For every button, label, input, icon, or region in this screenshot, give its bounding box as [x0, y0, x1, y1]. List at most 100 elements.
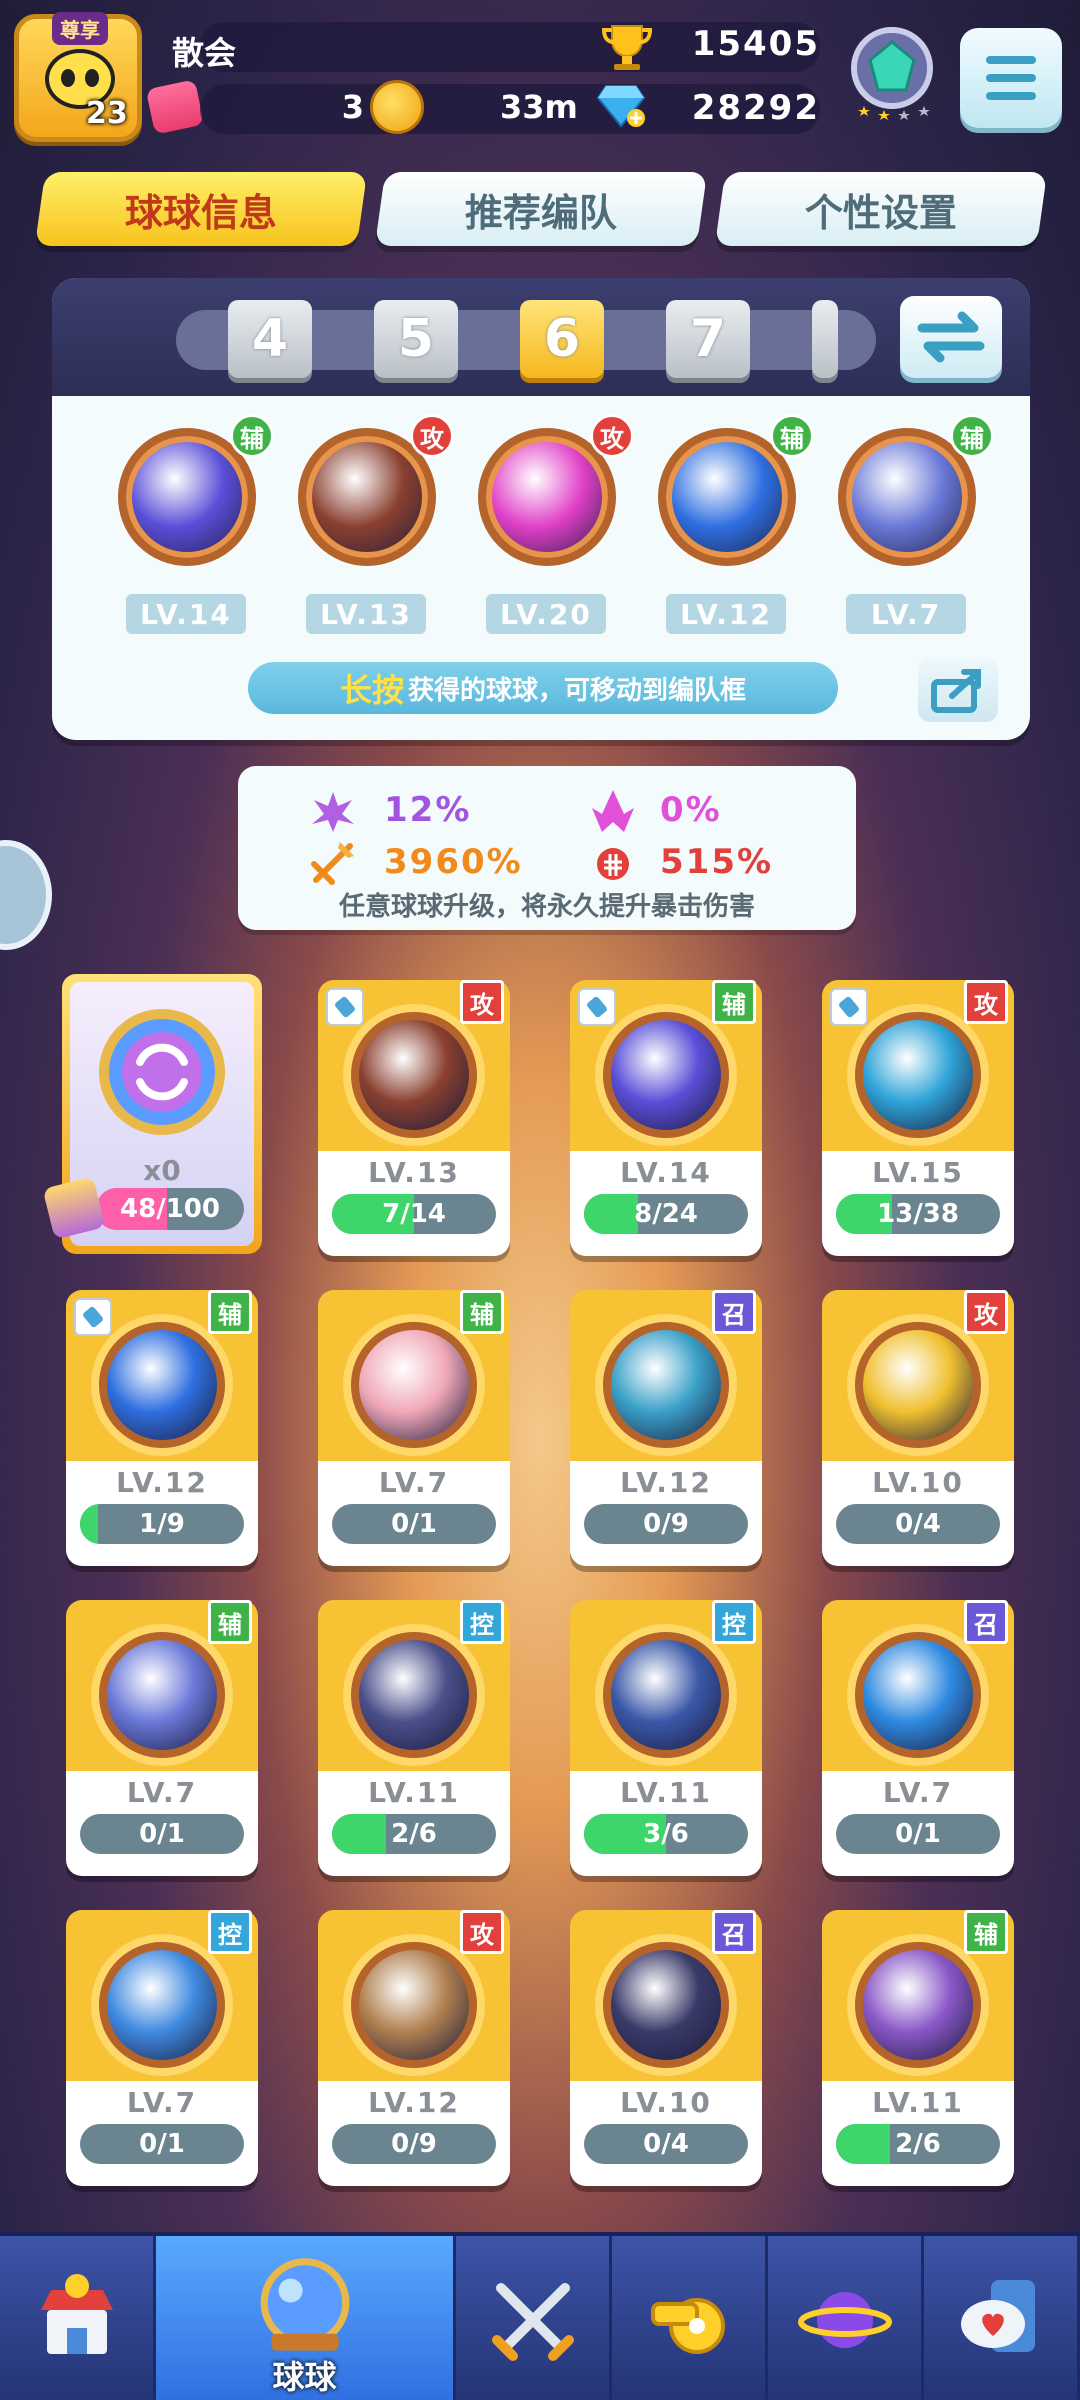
swap-team-button[interactable]: [900, 296, 1002, 378]
team-ball-level: LV.7: [846, 594, 966, 634]
role-tag: 召: [712, 1290, 756, 1334]
card-progress-text: 0/4: [643, 2129, 689, 2159]
role-tag: 攻: [964, 980, 1008, 1024]
team-slot-header: 4 5 6 7: [52, 278, 1030, 396]
trophy-count: 15405: [691, 24, 820, 64]
ball-card[interactable]: 攻 LV.10 0/4: [822, 1290, 1014, 1566]
role-tag: 控: [460, 1600, 504, 1644]
coin-add-icon[interactable]: [370, 80, 424, 134]
role-tag: 辅: [712, 980, 756, 1024]
card-progress-bar: 2/6: [836, 2124, 1000, 2164]
infinity-ball-icon: [351, 1012, 477, 1138]
card-progress-text: 0/1: [139, 2129, 185, 2159]
team-slot-next[interactable]: [812, 300, 838, 378]
pin-icon[interactable]: [830, 988, 868, 1026]
team-slot-6[interactable]: 6: [520, 300, 604, 378]
team-slot-5[interactable]: 5: [374, 300, 458, 378]
crit-rate-b: 0%: [660, 790, 722, 830]
ball-card[interactable]: 辅 LV.11 2/6: [822, 1910, 1014, 2186]
gem-add-icon[interactable]: [596, 82, 646, 128]
tab-ball-info[interactable]: 球球信息: [34, 172, 368, 246]
drag-hint: 长按 获得的球球，可移动到编队框: [248, 662, 838, 714]
player-name: 散会: [172, 34, 237, 72]
ball-card[interactable]: 辅 LV.12 1/9: [66, 1290, 258, 1566]
card-progress-bar: 0/4: [836, 1504, 1000, 1544]
coin-count: 3: [341, 88, 364, 126]
nav-item-chat-heart[interactable]: [924, 2236, 1080, 2400]
card-progress-text: 0/9: [391, 2129, 437, 2159]
pin-icon[interactable]: [578, 988, 616, 1026]
card-level: LV.12: [116, 1466, 208, 1499]
card-progress-bar: 7/14: [332, 1194, 496, 1234]
whistle-icon: [650, 2298, 725, 2354]
card-level: LV.10: [872, 1466, 964, 1499]
role-badge: 攻: [590, 414, 634, 458]
ball-card[interactable]: 辅 LV.7 0/1: [318, 1290, 510, 1566]
role-tag: 辅: [964, 1910, 1008, 1954]
team-slot-4[interactable]: 4: [228, 300, 312, 378]
crit-rate-b-icon: [592, 790, 634, 832]
nav-item-planet[interactable]: [768, 2236, 924, 2400]
ball-card[interactable]: 控 LV.7 0/1: [66, 1910, 258, 2186]
card-progress-text: 8/24: [634, 1199, 698, 1229]
shell-ball-icon: [855, 1632, 981, 1758]
ball-card[interactable]: 召 LV.12 0/9: [570, 1290, 762, 1566]
role-badge: 攻: [410, 414, 454, 458]
share-button[interactable]: [918, 658, 998, 722]
yellow-monster-ball-icon: [855, 1322, 981, 1448]
card-progress-bar: 0/1: [80, 1814, 244, 1854]
card-progress-text: 0/1: [391, 1509, 437, 1539]
team-slot-7[interactable]: 7: [666, 300, 750, 378]
ball-card[interactable]: 召 LV.7 0/1: [822, 1600, 1014, 1876]
fish-ball-icon: [603, 1322, 729, 1448]
crit-damage-b-icon: [597, 848, 629, 880]
team-ball-level: LV.13: [306, 594, 426, 634]
rank-emblem-icon[interactable]: [840, 20, 944, 130]
upgrade-token-card[interactable]: x0 48/100: [42, 974, 262, 1254]
role-badge: 辅: [230, 414, 274, 458]
menu-button[interactable]: [960, 28, 1062, 128]
warrior-ball-icon: [603, 1632, 729, 1758]
nav-label: 球球: [272, 2358, 337, 2396]
nav-item-balls[interactable]: 球球: [156, 2236, 456, 2400]
crit-damage-a: 3960%: [384, 842, 523, 882]
tab-personal-settings[interactable]: 个性设置: [714, 172, 1048, 246]
pin-icon[interactable]: [326, 988, 364, 1026]
role-tag: 辅: [208, 1290, 252, 1334]
card-level: LV.10: [620, 2086, 712, 2119]
nav-item-crossed-swords[interactable]: [456, 2236, 612, 2400]
side-event-button[interactable]: [0, 840, 52, 950]
card-progress-text: 0/1: [895, 1819, 941, 1849]
crit-rate-a: 12%: [384, 790, 472, 830]
pig-ball-icon: [351, 1322, 477, 1448]
ball-card[interactable]: 辅 LV.7 0/1: [66, 1600, 258, 1876]
token-progress-bar: 48/100: [96, 1188, 244, 1230]
card-progress-text: 13/38: [877, 1199, 959, 1229]
ball-card[interactable]: 召 LV.10 0/4: [570, 1910, 762, 2186]
card-progress-text: 2/6: [895, 2129, 941, 2159]
card-level: LV.11: [872, 2086, 964, 2119]
tab-recommended-team[interactable]: 推荐编队: [374, 172, 708, 246]
ball-card[interactable]: 攻 LV.12 0/9: [318, 1910, 510, 2186]
ball-card[interactable]: 辅 LV.14 8/24: [570, 980, 762, 1256]
nav-item-shop[interactable]: [0, 2236, 156, 2400]
ball-card[interactable]: 攻 LV.15 13/38: [822, 980, 1014, 1256]
balls-icon: [260, 2258, 349, 2351]
card-progress-text: 7/14: [382, 1199, 446, 1229]
tab-label: 推荐编队: [464, 190, 617, 235]
ball-card[interactable]: 控 LV.11 3/6: [570, 1600, 762, 1876]
top-hat-ball-icon: [99, 1942, 225, 2068]
ball-card[interactable]: 攻 LV.13 7/14: [318, 980, 510, 1256]
nav-item-whistle[interactable]: [612, 2236, 768, 2400]
gift-card-icon[interactable]: [145, 79, 205, 135]
ball-card[interactable]: 控 LV.11 2/6: [318, 1600, 510, 1876]
card-level: LV.15: [872, 1156, 964, 1189]
upgrade-token-icon: [99, 1009, 225, 1135]
card-progress-bar: 3/6: [584, 1814, 748, 1854]
team-ball-level: LV.14: [126, 594, 246, 634]
card-progress-bar: 13/38: [836, 1194, 1000, 1234]
crit-stats-panel: 12% 0% 3960% 515% 任意球球升级，将永久提升暴击伤害: [238, 766, 856, 930]
crossed-swords-icon: [491, 2283, 574, 2361]
hint-text: 获得的球球，可移动到编队框: [408, 675, 747, 706]
pin-icon[interactable]: [74, 1298, 112, 1336]
